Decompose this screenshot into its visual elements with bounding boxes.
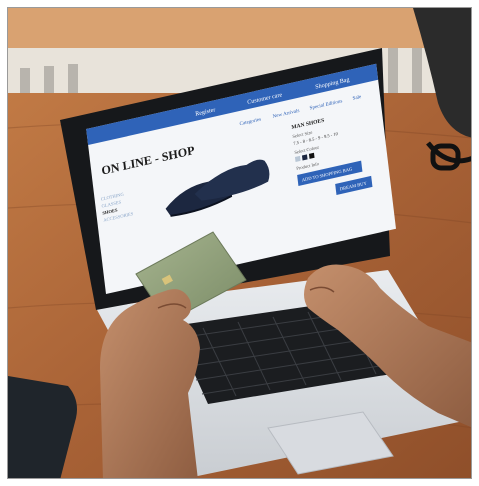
photo-scene: Register Customer care Shopping Bag ON L…: [8, 8, 471, 478]
photo-frame: Register Customer care Shopping Bag ON L…: [7, 7, 472, 479]
